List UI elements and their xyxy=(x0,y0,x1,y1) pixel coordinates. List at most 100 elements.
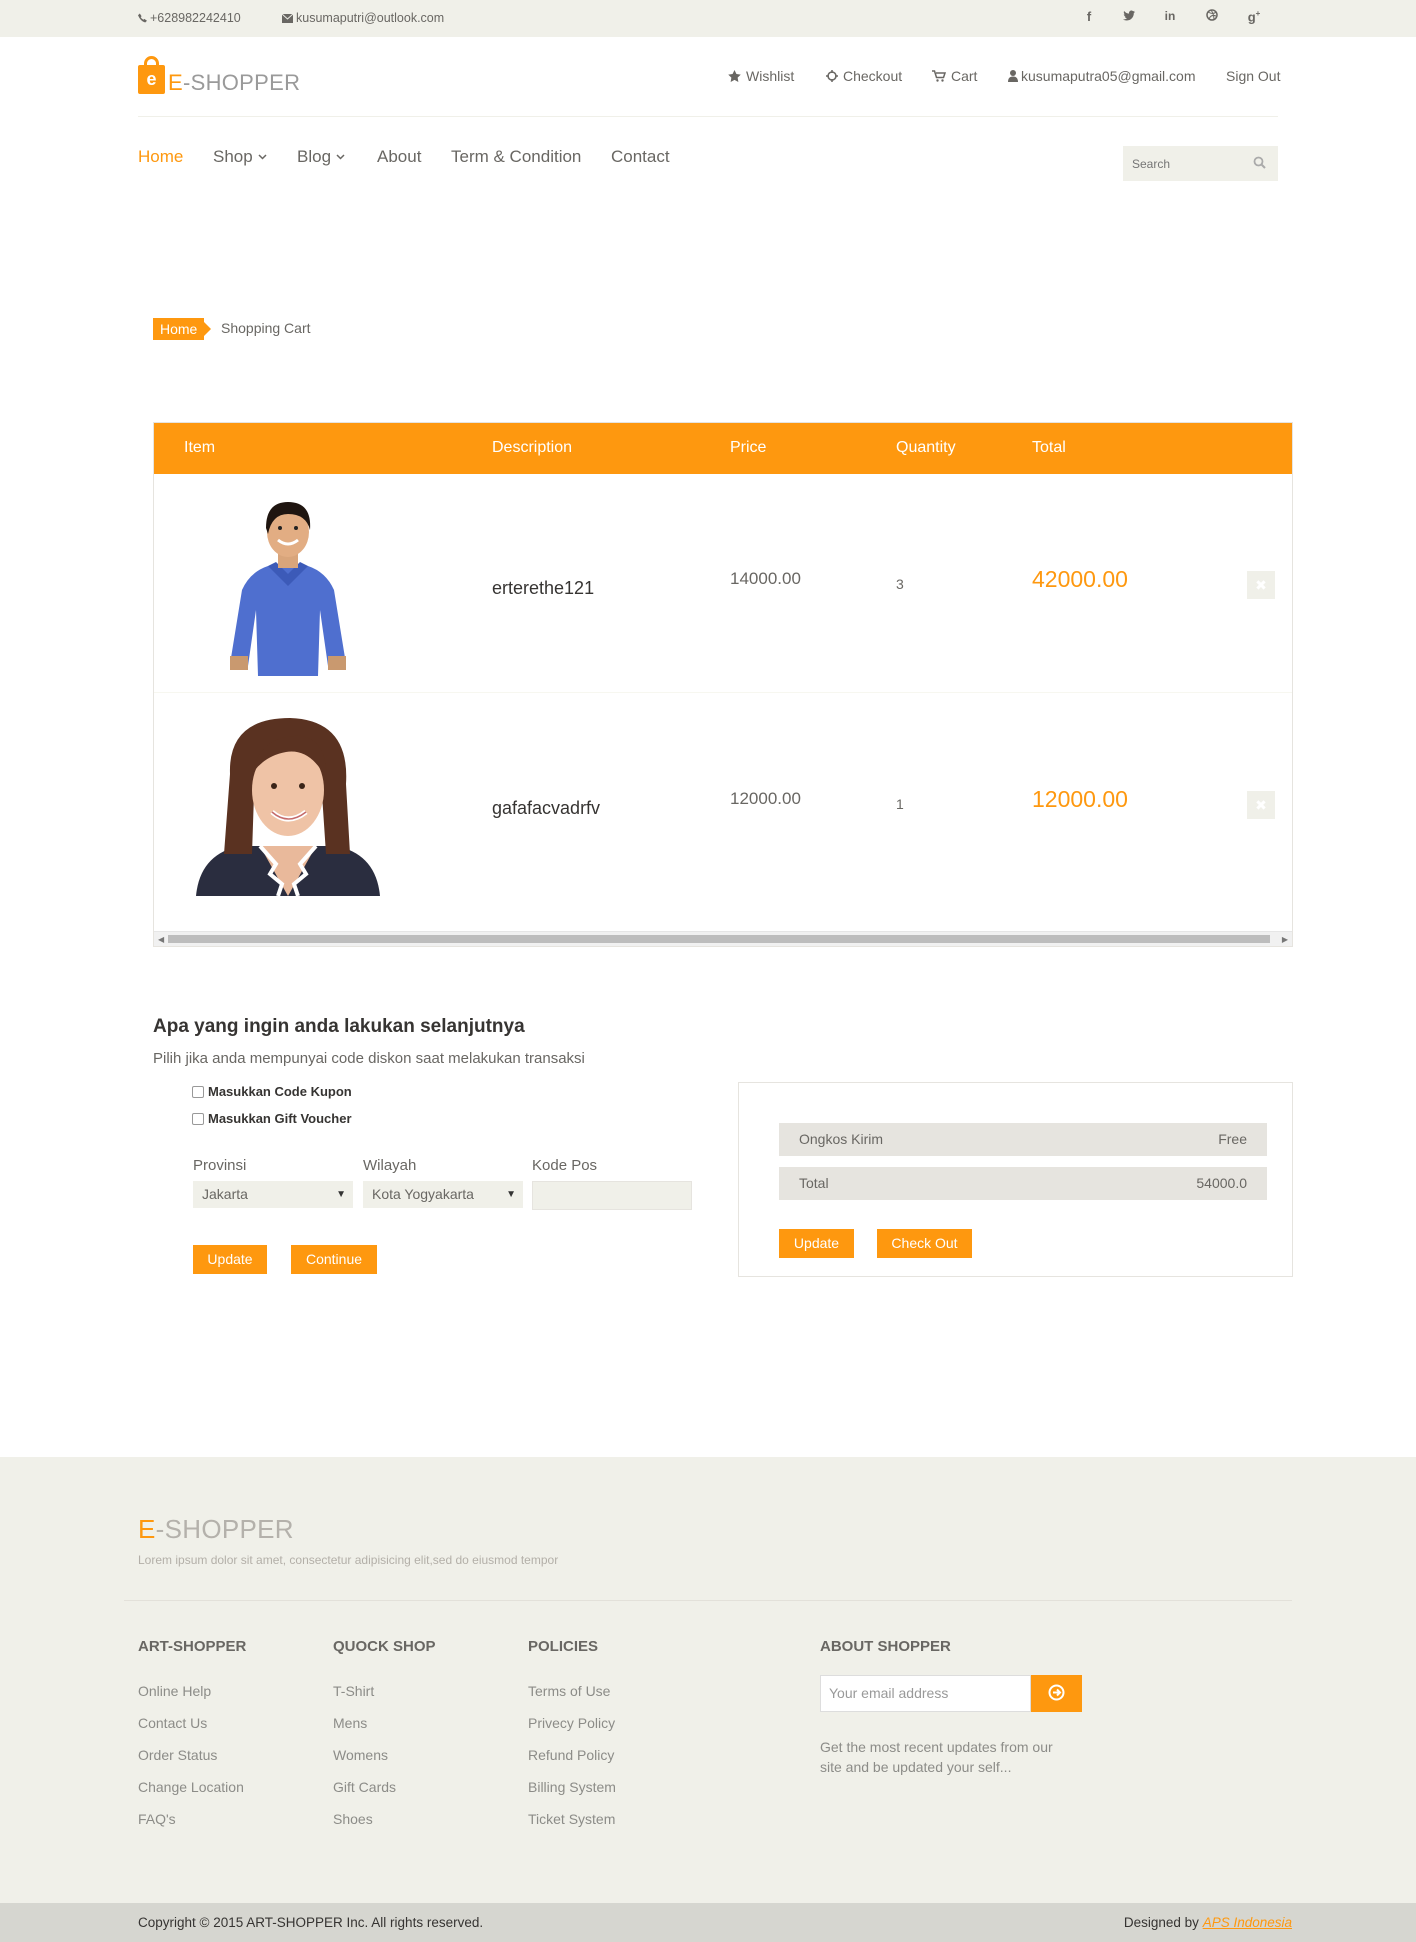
coupon-option[interactable]: Masukkan Code Kupon xyxy=(192,1084,352,1099)
shipping-row: Ongkos Kirim Free xyxy=(779,1123,1267,1156)
table-row: gafafacvadrfv 12000.00 1 12000.00 ✖ xyxy=(154,694,1292,913)
shipping-value: Free xyxy=(1218,1131,1247,1147)
header-item: Item xyxy=(184,439,216,456)
header-total: Total xyxy=(1032,439,1066,456)
province-label: Provinsi xyxy=(193,1157,247,1174)
wishlist-link[interactable]: Wishlist xyxy=(728,68,794,84)
delete-item-button[interactable]: ✖ xyxy=(1247,571,1275,599)
footer-logo[interactable]: E-SHOPPER xyxy=(138,1514,294,1545)
account-link[interactable]: kusumaputra05@gmail.com xyxy=(1008,68,1196,84)
bottom-bar: Copyright © 2015 ART-SHOPPER Inc. All ri… xyxy=(0,1903,1416,1942)
search-icon[interactable] xyxy=(1253,156,1266,169)
province-select[interactable]: Jakarta ▼ xyxy=(193,1181,353,1208)
region-value: Kota Yogyakarta xyxy=(372,1186,474,1202)
user-icon xyxy=(1008,70,1018,82)
footer-link[interactable]: Terms of Use xyxy=(528,1683,610,1699)
email-contact[interactable]: kusumaputri@outlook.com xyxy=(282,11,444,25)
footer-link[interactable]: Shoes xyxy=(333,1811,373,1827)
cart-icon xyxy=(932,70,946,82)
phone-icon xyxy=(138,13,147,23)
phone-contact[interactable]: +628982242410 xyxy=(138,11,241,25)
header-divider xyxy=(138,116,1278,117)
postal-code-input[interactable] xyxy=(532,1181,692,1210)
scroll-left-icon[interactable]: ◀ xyxy=(158,935,164,944)
phone-number: +628982242410 xyxy=(150,11,241,25)
nav-shop[interactable]: Shop xyxy=(213,147,267,167)
province-value: Jakarta xyxy=(202,1186,248,1202)
footer-link[interactable]: Privecy Policy xyxy=(528,1715,615,1731)
nav-about[interactable]: About xyxy=(377,147,421,167)
newsletter-submit-button[interactable] xyxy=(1031,1675,1082,1712)
designed-by: Designed by APS Indonesia xyxy=(1124,1915,1292,1930)
header-quantity: Quantity xyxy=(896,439,956,456)
crosshairs-icon xyxy=(826,70,838,82)
nav-home[interactable]: Home xyxy=(138,147,183,167)
top-bar: +628982242410 kusumaputri@outlook.com f … xyxy=(0,0,1416,37)
coupon-checkbox[interactable] xyxy=(192,1085,204,1098)
star-icon xyxy=(728,70,741,82)
footer-link[interactable]: T-Shirt xyxy=(333,1683,374,1699)
footer-link[interactable]: Ticket System xyxy=(528,1811,615,1827)
voucher-option[interactable]: Masukkan Gift Voucher xyxy=(192,1111,352,1126)
horizontal-scrollbar[interactable]: ◀ ▶ xyxy=(154,931,1292,946)
footer-link[interactable]: FAQ's xyxy=(138,1811,176,1827)
google-plus-icon[interactable]: g+ xyxy=(1244,9,1264,27)
footer-link[interactable]: Billing System xyxy=(528,1779,616,1795)
logo-letter: E xyxy=(168,70,183,95)
footer-tagline: Lorem ipsum dolor sit amet, consectetur … xyxy=(138,1553,559,1567)
twitter-icon[interactable] xyxy=(1119,9,1139,27)
footer-logo-letter: E xyxy=(138,1514,156,1544)
delete-item-button[interactable]: ✖ xyxy=(1247,791,1275,819)
next-steps-title: Apa yang ingin anda lakukan selanjutnya xyxy=(153,1016,525,1037)
nav-blog[interactable]: Blog xyxy=(297,147,345,167)
product-price: 14000.00 xyxy=(730,569,801,588)
footer-link[interactable]: Change Location xyxy=(138,1779,244,1795)
region-select[interactable]: Kota Yogyakarta ▼ xyxy=(363,1181,523,1208)
voucher-label: Masukkan Gift Voucher xyxy=(208,1111,352,1126)
header-price: Price xyxy=(730,439,767,456)
newsletter-email-input[interactable]: Your email address xyxy=(820,1675,1031,1712)
facebook-icon[interactable]: f xyxy=(1079,9,1099,27)
summary-update-button[interactable]: Update xyxy=(779,1229,854,1258)
nav-terms-label: Term & Condition xyxy=(451,147,582,166)
product-quantity[interactable]: 3 xyxy=(896,576,904,592)
product-image[interactable] xyxy=(190,714,386,896)
scroll-right-icon[interactable]: ▶ xyxy=(1282,935,1288,944)
dribbble-icon[interactable] xyxy=(1202,9,1222,27)
footer-link[interactable]: Refund Policy xyxy=(528,1747,614,1763)
copyright-text: Copyright © 2015 ART-SHOPPER Inc. All ri… xyxy=(138,1915,484,1930)
total-row: Total 54000.0 xyxy=(779,1167,1267,1200)
product-name[interactable]: erterethe121 xyxy=(492,578,594,599)
nav-about-label: About xyxy=(377,147,422,166)
breadcrumb-home[interactable]: Home xyxy=(153,318,212,340)
checkout-link[interactable]: Checkout xyxy=(826,68,902,84)
footer-link[interactable]: Online Help xyxy=(138,1683,211,1699)
linkedin-icon[interactable]: in xyxy=(1160,9,1180,27)
product-image[interactable] xyxy=(190,494,386,676)
footer-link[interactable]: Mens xyxy=(333,1715,367,1731)
signout-link[interactable]: Sign Out xyxy=(1226,68,1280,84)
designer-link[interactable]: APS Indonesia xyxy=(1203,1915,1292,1930)
cart-table: Item Description Price Quantity Total er… xyxy=(153,422,1293,947)
footer-link[interactable]: Order Status xyxy=(138,1747,217,1763)
checkout-button[interactable]: Check Out xyxy=(877,1229,972,1258)
footer-link[interactable]: Gift Cards xyxy=(333,1779,396,1795)
shipping-label: Ongkos Kirim xyxy=(799,1131,884,1147)
footer-link[interactable]: Contact Us xyxy=(138,1715,207,1731)
nav-terms[interactable]: Term & Condition xyxy=(451,147,581,167)
product-name[interactable]: gafafacvadrfv xyxy=(492,798,600,819)
footer-link[interactable]: Womens xyxy=(333,1747,388,1763)
continue-button[interactable]: Continue xyxy=(291,1245,377,1274)
site-logo[interactable]: e E-SHOPPER xyxy=(138,56,300,94)
update-button[interactable]: Update xyxy=(193,1245,267,1274)
footer-about-title: ABOUT SHOPPER xyxy=(820,1638,951,1655)
scrollbar-thumb[interactable] xyxy=(168,935,1270,943)
arrow-circle-right-icon xyxy=(1048,1684,1065,1701)
voucher-checkbox[interactable] xyxy=(192,1112,204,1125)
product-quantity[interactable]: 1 xyxy=(896,796,904,812)
search-input[interactable] xyxy=(1123,146,1243,181)
nav-contact[interactable]: Contact xyxy=(611,147,670,167)
footer-col1-title: ART-SHOPPER xyxy=(138,1638,247,1655)
cart-link[interactable]: Cart xyxy=(932,68,977,84)
nav-home-label: Home xyxy=(138,147,184,166)
